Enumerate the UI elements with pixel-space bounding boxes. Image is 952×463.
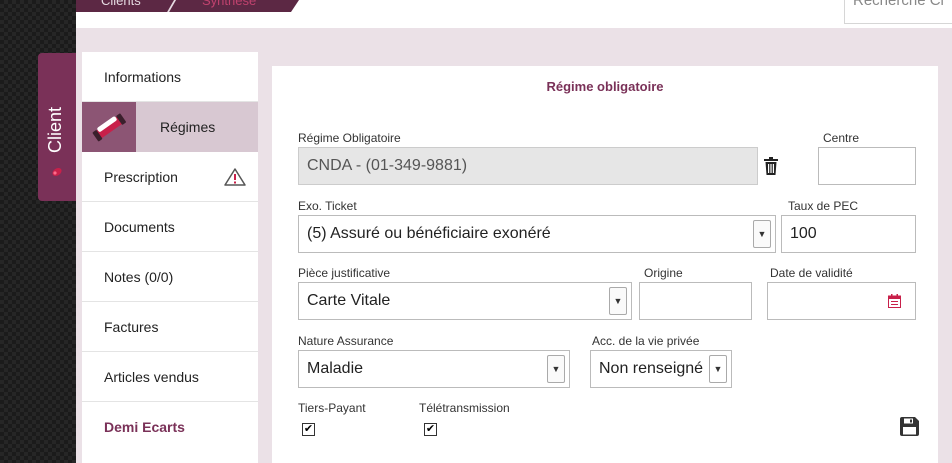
panel-title: Régime obligatoire: [546, 79, 664, 94]
search-input[interactable]: Recherche Cl: [844, 0, 952, 24]
nature-assurance-value: Maladie: [307, 360, 364, 377]
breadcrumb-synthese[interactable]: Synthèse: [202, 0, 256, 8]
sidebar-item-factures[interactable]: Factures: [82, 302, 258, 352]
pin-icon: [52, 167, 62, 177]
search-placeholder: Recherche Cl: [853, 0, 944, 9]
breadcrumb: Clients Synthèse: [76, 0, 291, 12]
warning-icon: [224, 168, 246, 186]
calendar-icon[interactable]: [888, 294, 901, 308]
chevron-down-icon: ▼: [609, 287, 627, 315]
piece-label: Pièce justificative: [298, 266, 391, 280]
sidebar-item-label: Factures: [104, 319, 159, 335]
save-icon[interactable]: [900, 417, 919, 436]
sidebar-item-notes[interactable]: Notes (0/0): [82, 252, 258, 302]
centre-input[interactable]: [818, 147, 916, 185]
taux-pec-input[interactable]: 100: [781, 215, 916, 253]
header-divider: [76, 28, 952, 36]
breadcrumb-clients[interactable]: Clients: [101, 0, 141, 8]
sidebar: Informations Régimes Prescription Docume…: [82, 52, 258, 463]
sidebar-item-documents[interactable]: Documents: [82, 202, 258, 252]
origine-label: Origine: [644, 266, 683, 280]
sidebar-item-demi-ecarts[interactable]: Demi Ecarts: [82, 402, 258, 452]
sidebar-item-label: Articles vendus: [104, 369, 199, 385]
sidebar-item-label: Régimes: [160, 119, 216, 135]
sidebar-item-label: Informations: [104, 69, 182, 85]
chevron-down-icon: ▼: [709, 355, 727, 383]
main-area: Informations Régimes Prescription Docume…: [76, 36, 952, 463]
handshake-icon: [92, 113, 126, 142]
tiers-payant-checkbox[interactable]: ✔: [302, 423, 315, 436]
nature-assurance-select[interactable]: Maladie ▼: [298, 350, 570, 388]
sidebar-item-label: Prescription: [104, 169, 178, 185]
exo-ticket-value: (5) Assuré ou bénéficiaire exonéré: [307, 225, 551, 242]
acc-vie-privee-select[interactable]: Non renseigné ▼: [590, 350, 732, 388]
sidebar-item-label: Notes (0/0): [104, 269, 174, 285]
tiers-payant-label: Tiers-Payant: [298, 401, 366, 415]
teletransmission-checkbox[interactable]: ✔: [424, 423, 437, 436]
acc-vie-privee-value: Non renseigné: [599, 360, 704, 377]
client-vertical-tab[interactable]: Client: [38, 53, 76, 201]
nature-assurance-label: Nature Assurance: [298, 334, 394, 348]
taux-pec-label: Taux de PEC: [788, 199, 859, 213]
chevron-down-icon: ▼: [753, 220, 771, 248]
exo-ticket-label: Exo. Ticket: [298, 199, 357, 213]
regime-field: CNDA - (01-349-9881): [298, 147, 758, 185]
piece-select[interactable]: Carte Vitale ▼: [298, 282, 632, 320]
sidebar-item-regimes[interactable]: Régimes: [82, 102, 258, 152]
centre-label: Centre: [823, 131, 860, 145]
client-tab-label: Client: [45, 106, 65, 153]
sidebar-item-articles-vendus[interactable]: Articles vendus: [82, 352, 258, 402]
sidebar-item-prescription[interactable]: Prescription: [82, 152, 258, 202]
date-validite-label: Date de validité: [770, 266, 853, 280]
regime-panel: Régime obligatoire Régime Obligatoire CN…: [272, 66, 938, 463]
regimes-badge: [82, 102, 136, 152]
exo-ticket-select[interactable]: (5) Assuré ou bénéficiaire exonéré ▼: [298, 215, 776, 253]
breadcrumb-arrow: [291, 0, 299, 12]
sidebar-item-label: Demi Ecarts: [104, 419, 185, 435]
sidebar-item-label: Documents: [104, 219, 175, 235]
teletransmission-label: Télétransmission: [419, 401, 510, 415]
chevron-down-icon: ▼: [547, 355, 565, 383]
trash-icon[interactable]: [764, 157, 778, 175]
acc-vie-privee-label: Acc. de la vie privée: [592, 334, 700, 348]
piece-value: Carte Vitale: [307, 292, 391, 309]
sidebar-item-informations[interactable]: Informations: [82, 52, 258, 102]
breadcrumb-separator: [165, 0, 177, 12]
regime-label: Régime Obligatoire: [298, 131, 401, 145]
origine-input[interactable]: [639, 282, 752, 320]
